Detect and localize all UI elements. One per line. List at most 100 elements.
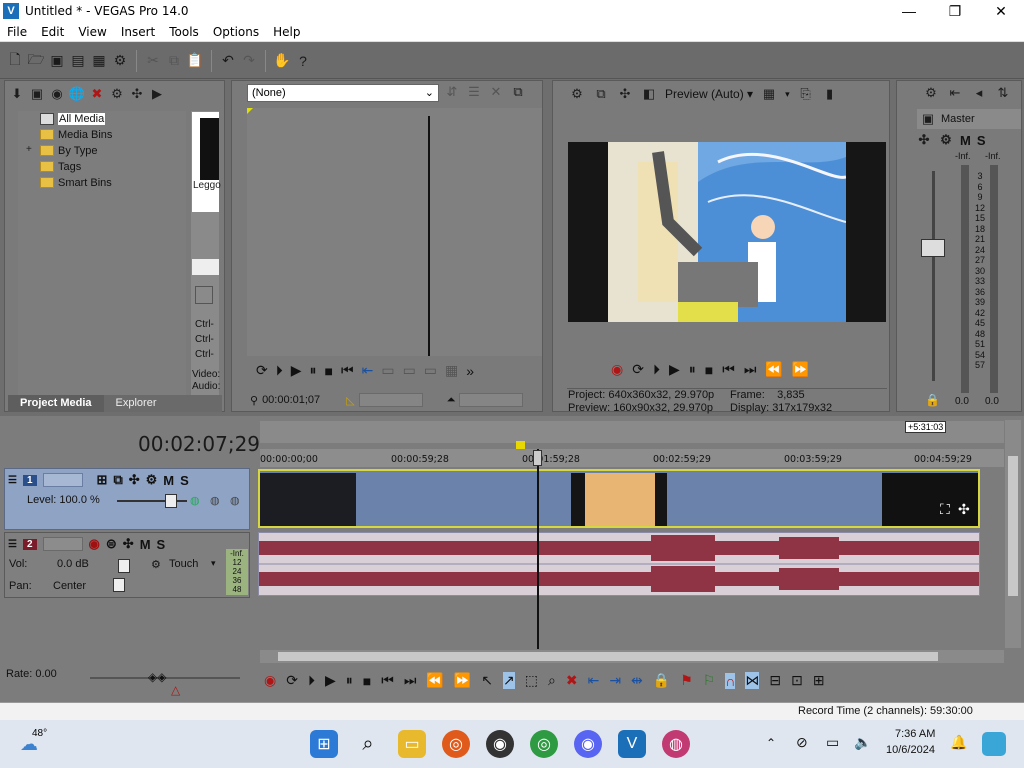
pause-icon[interactable]: ⏸ — [346, 672, 353, 689]
external-monitor-icon[interactable]: ⧉ — [593, 86, 609, 102]
audio-track-name-field[interactable] — [42, 537, 83, 551]
previous-frame-icon[interactable]: ⏪ — [426, 672, 443, 689]
master-fader-handle[interactable] — [921, 239, 945, 257]
menu-help[interactable]: Help — [266, 25, 307, 39]
compositing-parent-icon[interactable]: ◍ — [210, 494, 220, 507]
panel-expand-icon[interactable]: ▶ — [149, 86, 165, 102]
timeline-cursor[interactable] — [537, 449, 539, 649]
event-pan-crop-icon[interactable]: ⛶ — [940, 501, 950, 518]
whats-this-help-icon[interactable]: ? — [294, 52, 312, 70]
interactive-tutorial-icon[interactable]: ✋ — [273, 52, 291, 70]
clock-date[interactable]: 10/6/2024 — [886, 744, 935, 756]
track-expand-icon[interactable]: ☰ — [8, 539, 17, 550]
trimmer-viewport[interactable] — [247, 108, 542, 356]
track-settings-gear-icon[interactable]: ⚙ — [146, 472, 158, 488]
paste-icon[interactable]: 📋 — [186, 52, 204, 70]
network-offline-icon[interactable]: ⊘ — [796, 734, 808, 751]
tab-project-media[interactable]: Project Media — [8, 395, 104, 412]
windows-start-icon[interactable]: ⊞ — [310, 730, 338, 758]
trim-overlay-icon[interactable]: ▭ — [403, 362, 416, 379]
render-icon[interactable]: ▦ — [90, 52, 108, 70]
previous-frame-icon[interactable]: ⏮ — [722, 361, 735, 378]
stop-icon[interactable]: ■ — [363, 673, 371, 689]
video-fx-icon[interactable]: ✣ — [617, 86, 633, 102]
get-media-web-icon[interactable]: ◉ — [49, 86, 65, 102]
save-icon[interactable]: ▣ — [48, 52, 66, 70]
podcast-app-icon[interactable]: ◍ — [662, 730, 690, 758]
insert-marker-icon[interactable]: ⚑ — [680, 672, 693, 689]
play-from-start-icon[interactable]: ⏵ — [276, 362, 283, 379]
properties-gear-icon[interactable]: ⚙ — [111, 52, 129, 70]
trimmer-media-select[interactable]: (None) ⌄ — [247, 84, 439, 102]
pause-icon[interactable]: ⏸ — [689, 361, 696, 378]
close-button[interactable]: ✕ — [978, 0, 1024, 22]
lock-envelopes-icon[interactable]: ⊡ — [791, 672, 803, 689]
selection-end-field[interactable] — [459, 393, 524, 407]
video-event[interactable]: ⛶ ✣ — [258, 469, 980, 528]
stop-icon[interactable]: ■ — [705, 362, 713, 378]
play-from-start-icon[interactable]: ⏵ — [653, 361, 660, 378]
obs-icon[interactable]: ◉ — [486, 730, 514, 758]
menu-insert[interactable]: Insert — [114, 25, 162, 39]
clock-time[interactable]: 7:36 AM — [895, 728, 935, 740]
menu-file[interactable]: File — [0, 25, 34, 39]
time-ruler[interactable] — [260, 449, 1004, 467]
trim-start-icon[interactable]: ⇤ — [588, 672, 600, 689]
preview-properties-gear-icon[interactable]: ⚙ — [569, 86, 585, 102]
selection-edit-tool-icon[interactable]: ↗ — [503, 672, 515, 689]
level-slider-handle[interactable] — [165, 494, 177, 508]
video-preview-frame[interactable] — [568, 142, 886, 322]
master-solo-button[interactable]: S — [977, 133, 986, 148]
automation-mode-select[interactable]: Touch — [169, 558, 198, 570]
auto-crossfade-icon[interactable]: ⋈ — [745, 672, 760, 689]
trim-list-icon[interactable]: ☰ — [466, 84, 482, 100]
globe-icon[interactable]: 🌐 — [69, 86, 85, 102]
trim-clear-icon[interactable]: ✕ — [488, 84, 504, 100]
display-icon[interactable]: ▭ — [826, 734, 839, 751]
audio-track-header[interactable]: ☰ 2 ◉ ⊜ ✣ M S Vol: 0.0 dB ⚙ Touch ▾ Pan:… — [4, 532, 250, 598]
minimize-button[interactable]: — — [886, 0, 932, 22]
menu-options[interactable]: Options — [206, 25, 266, 39]
track-expand-icon[interactable]: ☰ — [8, 475, 17, 486]
split-icon[interactable]: ⇹ — [631, 672, 643, 689]
tree-item-by-type[interactable]: By Type — [40, 143, 98, 158]
chevron-down-icon[interactable]: ▾ — [785, 89, 790, 100]
copilot-icon[interactable] — [982, 732, 1006, 756]
master-fx-icon[interactable]: ✣ — [916, 132, 932, 148]
envelope-edit-tool-icon[interactable]: ⬚ — [525, 672, 538, 689]
audio-mute-button[interactable]: M — [140, 537, 151, 552]
lock-icon[interactable]: 🔒 — [653, 672, 670, 689]
redo-icon[interactable]: ↷ — [240, 52, 258, 70]
new-file-icon[interactable]: 🗋 — [6, 51, 24, 70]
composite-mode-icon[interactable]: ⧉ — [113, 472, 122, 488]
mixer-properties-gear-icon[interactable]: ⚙ — [923, 85, 939, 101]
notification-bell-icon[interactable]: 🔔 — [950, 734, 967, 751]
remove-media-icon[interactable]: ✖ — [89, 86, 105, 102]
firefox-icon[interactable]: ◎ — [442, 730, 470, 758]
arm-record-icon[interactable]: ◉ — [89, 536, 100, 552]
trim-end-icon[interactable]: ⇥ — [609, 672, 621, 689]
delete-icon[interactable]: ✖ — [566, 672, 578, 689]
trim-add-icon[interactable]: ▭ — [381, 362, 394, 379]
play-icon[interactable]: ▶ — [669, 361, 680, 378]
next-frame-icon[interactable]: ⏩ — [454, 672, 471, 689]
master-mute-button[interactable]: M — [960, 133, 971, 148]
media-thumbnail[interactable]: Leggo — [192, 112, 221, 212]
selection-length-field[interactable] — [358, 393, 423, 407]
undo-icon[interactable]: ↶ — [219, 52, 237, 70]
preview-quality-select[interactable]: Preview (Auto) ▾ — [665, 87, 753, 101]
go-to-start-icon[interactable]: ⏮ — [381, 672, 394, 689]
zoom-tool-icon[interactable]: ⌕ — [548, 672, 556, 689]
play-from-start-icon[interactable]: ⏵ — [308, 672, 315, 689]
downmix-icon[interactable]: ⇤ — [947, 85, 963, 101]
media-fx-icon[interactable]: ✣ — [129, 86, 145, 102]
discord-icon[interactable]: ◉ — [574, 730, 602, 758]
search-icon[interactable]: ⌕ — [354, 730, 382, 758]
go-to-end-icon[interactable]: ⏭ — [404, 672, 417, 689]
cut-icon[interactable]: ✂ — [144, 52, 162, 70]
rewind-icon[interactable]: ⏪ — [765, 361, 782, 378]
media-preview-icon[interactable] — [195, 286, 213, 304]
tree-item-smart-bins[interactable]: Smart Bins — [40, 175, 112, 190]
video-track-name-field[interactable] — [42, 473, 83, 487]
video-solo-button[interactable]: S — [180, 473, 189, 488]
